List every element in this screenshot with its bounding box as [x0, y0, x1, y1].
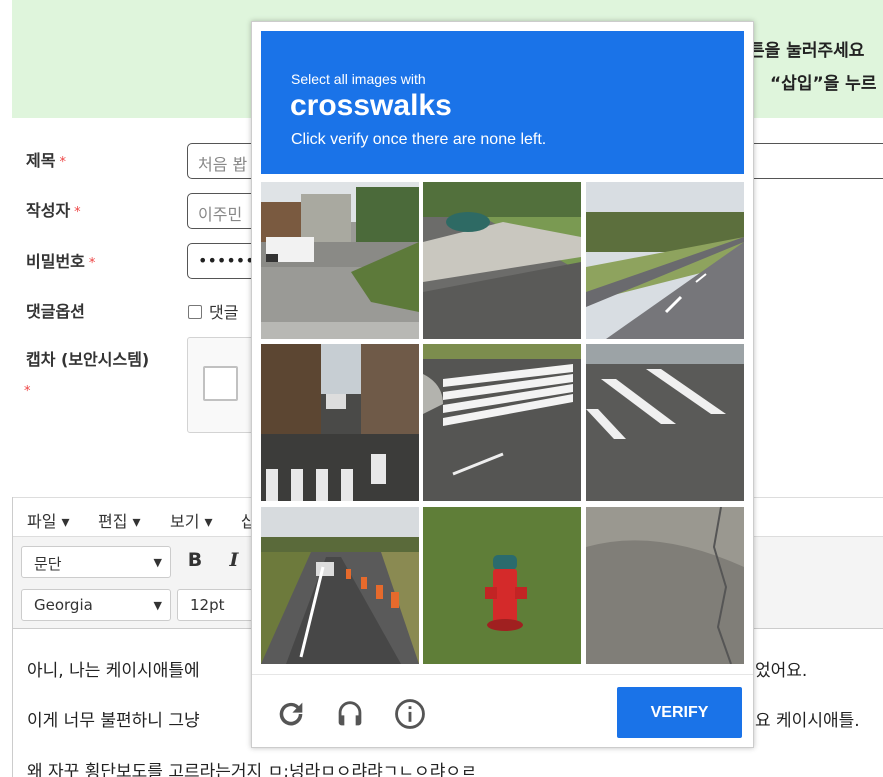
- challenge-footer: VERIFY: [252, 674, 753, 748]
- comment-checkbox[interactable]: [188, 305, 202, 319]
- challenge-target: crosswalks: [290, 89, 452, 122]
- recaptcha-challenge-popup: Select all images with crosswalks Click …: [251, 21, 754, 748]
- image-tile-6[interactable]: [586, 344, 744, 501]
- image-tile-9[interactable]: [586, 507, 744, 664]
- title-label: 제목 *: [26, 151, 66, 170]
- image-tile-2[interactable]: [423, 182, 581, 339]
- password-label: 비밀번호 *: [26, 252, 96, 271]
- title-input-extension[interactable]: [748, 143, 883, 179]
- italic-button[interactable]: I: [222, 549, 246, 571]
- content-line-3[interactable]: 왜 자꾸 횡단보도를 고르라는거지 ㅁ;넝라ㅁㅇ랴랴ㄱㄴㅇ랴ㅇㄹ: [27, 757, 477, 777]
- image-tile-1[interactable]: [261, 182, 419, 339]
- captcha-label: 캡차 (보안시스템): [26, 350, 150, 369]
- menu-edit[interactable]: 편집 ▾: [98, 508, 141, 532]
- image-tile-5[interactable]: [423, 344, 581, 501]
- content-line-2[interactable]: 이게 너무 불편하니 그냥: [27, 706, 200, 731]
- bold-button[interactable]: B: [183, 549, 207, 571]
- comment-checkbox-label: 댓글: [209, 303, 239, 322]
- audio-icon[interactable]: [333, 697, 367, 731]
- title-input[interactable]: 처음 봡: [187, 143, 259, 179]
- image-tile-4[interactable]: [261, 344, 419, 501]
- image-tile-7[interactable]: [261, 507, 419, 664]
- author-input[interactable]: 이주민: [187, 193, 259, 229]
- notice-text-1: 튼을 눌러주세요: [749, 41, 865, 61]
- content-line-1[interactable]: 아니, 나는 케이시애틀에: [27, 656, 200, 681]
- image-tile-3[interactable]: [586, 182, 744, 339]
- reload-icon[interactable]: [274, 697, 308, 731]
- challenge-instruction: Click verify once there are none left.: [291, 131, 547, 148]
- author-label: 작성자 *: [26, 201, 81, 220]
- font-select[interactable]: Georgia ▼: [21, 589, 171, 621]
- info-icon[interactable]: [393, 697, 427, 731]
- content-line-2-tail[interactable]: 요 케이시애틀.: [755, 706, 860, 731]
- password-input[interactable]: •••••••: [187, 243, 259, 279]
- font-size-select[interactable]: 12pt: [177, 589, 257, 621]
- recaptcha-checkbox[interactable]: [203, 366, 238, 401]
- image-tile-8[interactable]: [423, 507, 581, 664]
- comment-option-label: 댓글옵션: [26, 302, 85, 321]
- verify-button[interactable]: VERIFY: [617, 687, 742, 738]
- chevron-down-icon: ▼: [153, 599, 162, 612]
- notice-text-2: “삽입”을 누르: [770, 74, 877, 94]
- menu-view[interactable]: 보기 ▾: [170, 508, 213, 532]
- chevron-down-icon: ▼: [153, 556, 162, 569]
- image-grid: [261, 182, 744, 665]
- challenge-header: Select all images with crosswalks Click …: [261, 31, 744, 174]
- captcha-required-mark: *: [24, 384, 31, 399]
- paragraph-select[interactable]: 문단 ▼: [21, 546, 171, 578]
- menu-file[interactable]: 파일 ▾: [27, 508, 70, 532]
- content-line-1-tail[interactable]: 었어요.: [755, 656, 807, 681]
- challenge-prefix: Select all images with: [291, 71, 426, 87]
